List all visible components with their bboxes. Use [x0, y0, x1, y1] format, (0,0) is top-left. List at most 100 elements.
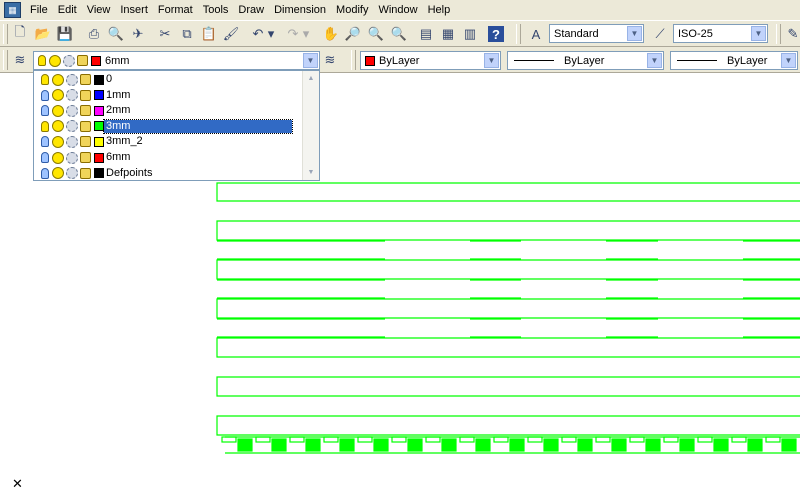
- cad-chain-block[interactable]: [441, 438, 457, 452]
- layer-dropdown-list[interactable]: ▲ ▼ 0 1mm 2mm 3mm 3mm_2 6mm Defpoints: [33, 70, 320, 181]
- cad-chain-link[interactable]: [255, 436, 271, 443]
- layer-row[interactable]: 3mm: [35, 118, 303, 134]
- zoom-realtime-icon[interactable]: 🔎: [343, 24, 363, 44]
- open-file-icon[interactable]: 📂: [33, 24, 53, 44]
- cad-chain-link[interactable]: [765, 436, 781, 443]
- cad-chain-link[interactable]: [425, 436, 441, 443]
- layer-select[interactable]: 6mm ▼: [33, 51, 320, 70]
- cad-chain-block[interactable]: [781, 438, 797, 452]
- menu-dimension[interactable]: Dimension: [269, 0, 331, 20]
- cad-chain-link[interactable]: [731, 436, 747, 443]
- layer-row[interactable]: 0: [35, 72, 303, 87]
- cad-chain-block[interactable]: [747, 438, 763, 452]
- freeze-icon[interactable]: [52, 167, 64, 180]
- dimension-style-select[interactable]: ISO-25 ▼: [673, 24, 768, 43]
- layer-row[interactable]: 3mm_2: [35, 134, 303, 149]
- pan-realtime-icon[interactable]: ✋: [321, 24, 341, 44]
- cad-bar-outline[interactable]: [216, 376, 800, 397]
- new-file-icon[interactable]: 🗋: [10, 24, 30, 44]
- lock-icon[interactable]: [80, 89, 91, 101]
- lock-icon[interactable]: [80, 152, 91, 163]
- freeze-icon[interactable]: [52, 120, 64, 133]
- viewport-freeze-icon[interactable]: [66, 89, 78, 102]
- layer-row[interactable]: 1mm: [35, 88, 303, 103]
- menu-modify[interactable]: Modify: [331, 0, 373, 20]
- chevron-down-icon[interactable]: ▼: [647, 53, 662, 68]
- cad-bar-outline[interactable]: [216, 220, 800, 241]
- cad-chain-link[interactable]: [357, 436, 373, 443]
- freeze-icon[interactable]: [52, 135, 64, 148]
- cad-chain-link[interactable]: [527, 436, 543, 443]
- autocad-icon[interactable]: ▦: [4, 2, 21, 18]
- layer-row[interactable]: Defpoints: [35, 166, 303, 181]
- chevron-down-icon[interactable]: ▼: [484, 53, 499, 68]
- cad-bar-outline[interactable]: [216, 337, 800, 358]
- menu-window[interactable]: Window: [373, 0, 422, 20]
- zoom-previous-icon[interactable]: 🔍: [389, 24, 409, 44]
- cad-chain-block[interactable]: [373, 438, 389, 452]
- cad-chain-link[interactable]: [391, 436, 407, 443]
- cad-chain-link[interactable]: [629, 436, 645, 443]
- viewport-freeze-icon[interactable]: [66, 73, 78, 86]
- freeze-icon[interactable]: [52, 104, 64, 117]
- properties-icon[interactable]: ▤: [416, 24, 436, 44]
- menu-tools[interactable]: Tools: [198, 0, 234, 20]
- undo-icon[interactable]: ↶: [248, 24, 268, 44]
- menu-view[interactable]: View: [82, 0, 116, 20]
- lock-icon[interactable]: [80, 167, 91, 179]
- chevron-down-icon[interactable]: ▼: [781, 53, 796, 68]
- zoom-window-icon[interactable]: 🔍: [366, 24, 386, 44]
- cad-chain-link[interactable]: [561, 436, 577, 443]
- save-icon[interactable]: 💾: [55, 24, 75, 44]
- dimension-style-icon[interactable]: ⟋: [650, 24, 670, 44]
- layer-on-icon[interactable]: [41, 120, 49, 132]
- lock-icon[interactable]: [80, 136, 91, 148]
- make-object-layer-current-icon[interactable]: ≋: [320, 50, 340, 70]
- toolbar-grip[interactable]: [516, 24, 521, 44]
- cad-chain-block[interactable]: [679, 438, 695, 452]
- cad-chain-block[interactable]: [509, 438, 525, 452]
- cad-chain-block[interactable]: [713, 438, 729, 452]
- dropdown-scrollbar[interactable]: ▲ ▼: [302, 71, 319, 180]
- cad-chain-block[interactable]: [339, 438, 355, 452]
- cad-chain-block[interactable]: [475, 438, 491, 452]
- freeze-icon[interactable]: [52, 89, 64, 102]
- redo-dropdown-icon[interactable]: ▾: [301, 24, 311, 44]
- chevron-down-icon[interactable]: ▼: [751, 26, 766, 41]
- viewport-freeze-icon[interactable]: [66, 104, 78, 117]
- cad-bar-outline[interactable]: [216, 259, 800, 280]
- viewport-freeze-icon[interactable]: [66, 167, 78, 180]
- toolbar-grip[interactable]: [3, 24, 8, 44]
- print-preview-icon[interactable]: 🔍: [106, 24, 126, 44]
- menu-help[interactable]: Help: [423, 0, 456, 20]
- cad-chain-link[interactable]: [697, 436, 713, 443]
- viewport-freeze-icon[interactable]: [66, 151, 78, 164]
- menu-file[interactable]: File: [25, 0, 53, 20]
- layer-on-icon[interactable]: [41, 89, 49, 101]
- toolbar-grip[interactable]: [776, 24, 781, 44]
- scroll-down-icon[interactable]: ▼: [303, 165, 319, 180]
- toolbar-grip[interactable]: [351, 50, 356, 70]
- cad-chain-link[interactable]: [595, 436, 611, 443]
- cad-chain-block[interactable]: [577, 438, 593, 452]
- cad-chain-block[interactable]: [543, 438, 559, 452]
- cut-icon[interactable]: ✂: [155, 24, 175, 44]
- lock-icon[interactable]: [80, 120, 91, 132]
- cad-chain-block[interactable]: [645, 438, 661, 452]
- chevron-down-icon[interactable]: ▼: [303, 53, 318, 68]
- cad-bar-outline[interactable]: [216, 298, 800, 319]
- viewport-freeze-icon[interactable]: [66, 135, 78, 148]
- match-properties-icon[interactable]: 🖌: [221, 24, 241, 44]
- cad-chain-block[interactable]: [611, 438, 627, 452]
- text-style-select[interactable]: Standard ▼: [549, 24, 644, 43]
- cad-bar-outline[interactable]: [216, 182, 800, 202]
- copy-icon[interactable]: ⧉: [177, 24, 197, 44]
- layer-on-icon[interactable]: [41, 152, 49, 163]
- color-control-select[interactable]: ByLayer ▼: [360, 51, 501, 70]
- text-style-icon[interactable]: A: [526, 24, 546, 44]
- help-icon[interactable]: ?: [488, 26, 504, 42]
- cad-chain-link[interactable]: [289, 436, 305, 443]
- publish-icon[interactable]: ✈: [128, 24, 148, 44]
- menu-edit[interactable]: Edit: [53, 0, 82, 20]
- cad-chain-block[interactable]: [305, 438, 321, 452]
